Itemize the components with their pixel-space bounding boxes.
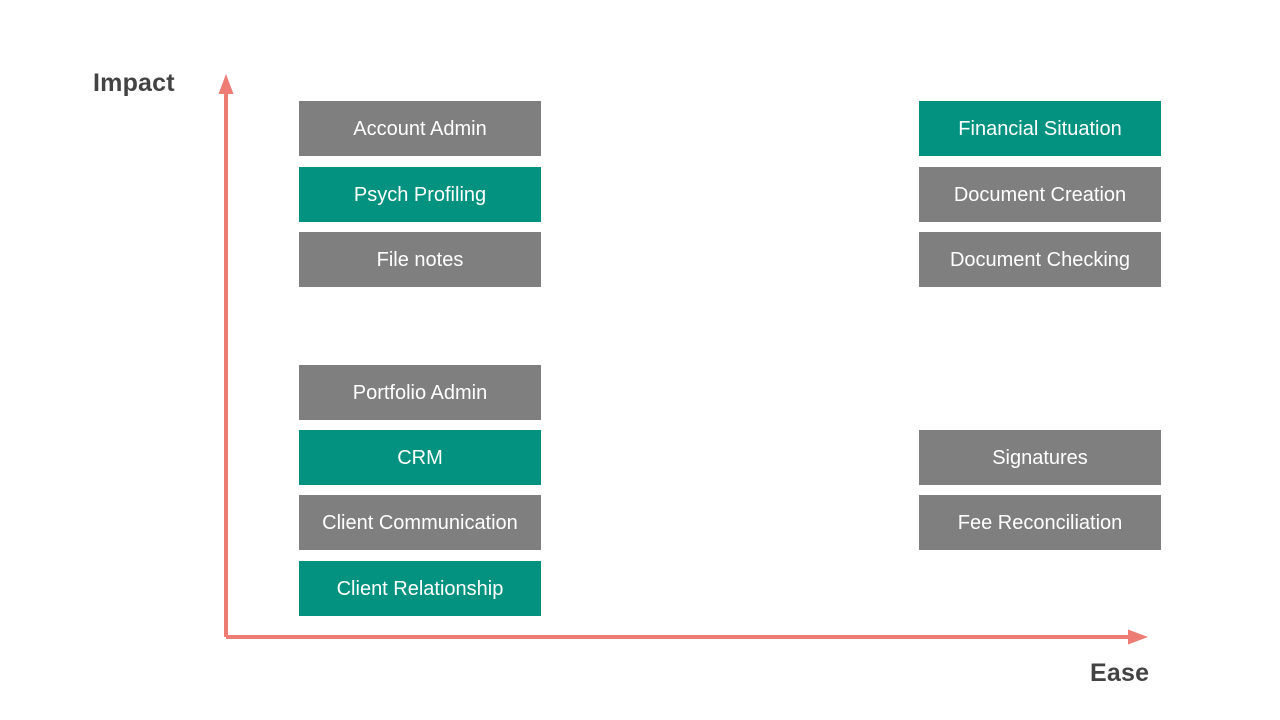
- task-box[interactable]: Financial Situation: [919, 101, 1161, 156]
- task-box[interactable]: Client Communication: [299, 495, 541, 550]
- task-box[interactable]: Client Relationship: [299, 561, 541, 616]
- task-box-label: File notes: [376, 248, 464, 271]
- task-box[interactable]: Portfolio Admin: [299, 365, 541, 420]
- task-box-label: Portfolio Admin: [352, 381, 488, 404]
- task-box-label: Account Admin: [353, 117, 487, 140]
- task-box-label: Psych Profiling: [353, 183, 487, 206]
- task-box-label: Document Creation: [953, 183, 1127, 206]
- task-box-label: Signatures: [992, 446, 1088, 469]
- x-axis-arrow: [226, 629, 1148, 645]
- y-axis-label: Impact: [93, 69, 175, 97]
- task-box[interactable]: Fee Reconciliation: [919, 495, 1161, 550]
- task-box-label: Financial Situation: [958, 117, 1122, 140]
- task-box-label: Fee Reconciliation: [957, 511, 1123, 534]
- task-box[interactable]: CRM: [299, 430, 541, 485]
- x-axis-label: Ease: [1090, 659, 1150, 687]
- task-box-label: Client Communication: [322, 511, 518, 534]
- task-box[interactable]: File notes: [299, 232, 541, 287]
- impact-ease-matrix: Impact Ease Account Admin Psych Profiling…: [0, 0, 1280, 720]
- y-axis-arrow: [218, 74, 234, 637]
- task-box[interactable]: Psych Profiling: [299, 167, 541, 222]
- task-box-label: CRM: [397, 446, 443, 469]
- task-box[interactable]: Document Checking: [919, 232, 1161, 287]
- task-box[interactable]: Account Admin: [299, 101, 541, 156]
- task-box[interactable]: Document Creation: [919, 167, 1161, 222]
- task-box[interactable]: Signatures: [919, 430, 1161, 485]
- task-box-label: Document Checking: [949, 248, 1131, 271]
- task-box-label: Client Relationship: [336, 577, 504, 600]
